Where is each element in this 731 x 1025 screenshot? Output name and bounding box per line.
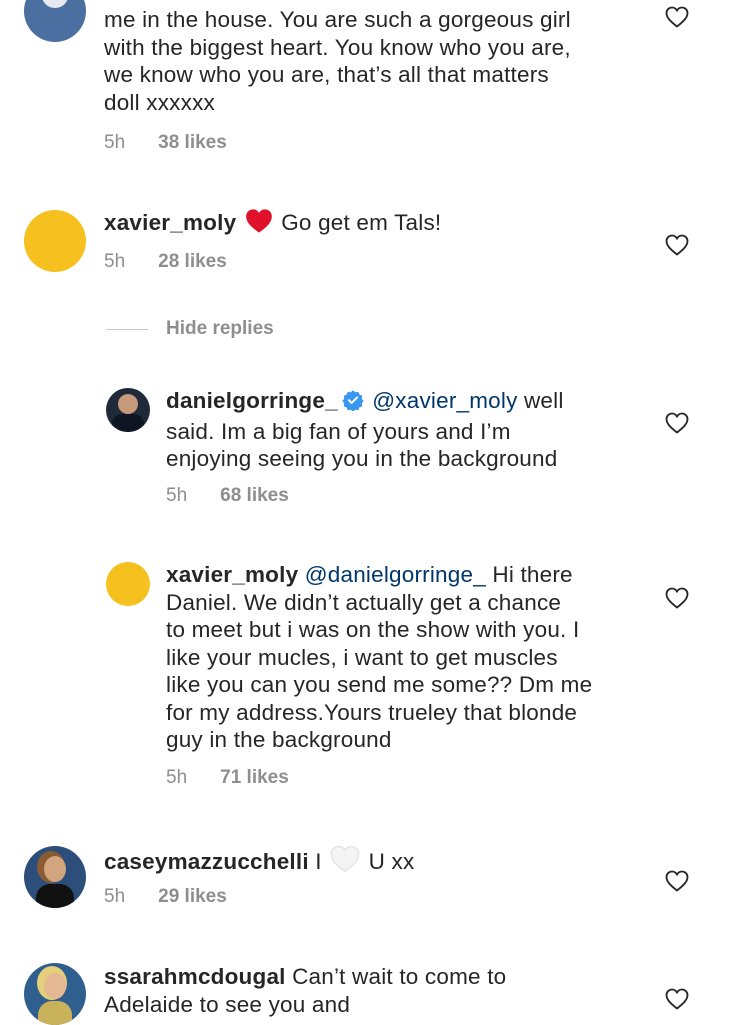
comment-body: well — [523, 388, 564, 413]
comment-body: Can’t wait to come to — [292, 964, 507, 989]
timestamp: 5h — [166, 485, 188, 506]
like-heart-icon[interactable] — [665, 234, 689, 256]
comment-meta: 5h 28 likes — [104, 251, 227, 273]
username[interactable]: xavier_moly — [166, 562, 298, 587]
avatar[interactable] — [24, 0, 86, 42]
likes-count[interactable]: 68 likes — [220, 485, 289, 506]
comment-line: guy in the background — [166, 727, 392, 752]
comment-body: Go get em Tals! — [281, 210, 442, 235]
comment-text: ssarahmcdougal Can’t wait to come to Ade… — [104, 963, 664, 1018]
username[interactable]: xavier_moly — [104, 210, 236, 235]
comment-meta: 5h 38 likes — [104, 132, 227, 154]
like-heart-icon[interactable] — [665, 870, 689, 892]
like-heart-icon[interactable] — [665, 6, 689, 28]
like-heart-icon[interactable] — [665, 587, 689, 609]
hide-replies-button[interactable]: Hide replies — [106, 316, 274, 342]
username[interactable]: caseymazzucchelli — [104, 849, 309, 874]
comment-meta: 5h 68 likes — [166, 485, 289, 507]
timestamp: 5h — [104, 886, 126, 907]
divider — [106, 328, 148, 330]
avatar[interactable] — [106, 388, 150, 432]
comment-line: me in the house. You are such a gorgeous… — [104, 7, 571, 32]
comment-line: like your mucles, i want to get muscles — [166, 644, 558, 670]
avatar[interactable] — [106, 562, 150, 606]
timestamp: 5h — [104, 251, 126, 272]
verified-badge-icon — [342, 389, 364, 418]
comment-meta: 5h 29 likes — [104, 886, 227, 908]
red-heart-icon — [245, 208, 273, 241]
comment-line: said. Im a big fan of yours and I’m — [166, 418, 511, 444]
comment-text: xavier_moly @danielgorringe_ Hi there Da… — [166, 561, 666, 754]
timestamp: 5h — [104, 132, 126, 153]
likes-count[interactable]: 28 likes — [158, 251, 227, 272]
comment-line: Daniel. We didn’t actually get a chance — [166, 589, 562, 615]
comment-text: danielgorringe_ @xavier_moly well said. … — [166, 387, 666, 473]
like-heart-icon[interactable] — [665, 412, 689, 434]
mention-link[interactable]: @xavier_moly — [372, 388, 517, 413]
comment-text: me in the house. You are such a gorgeous… — [104, 6, 664, 116]
comment-line: enjoying seeing you in the background — [166, 446, 558, 471]
comment-body: Hi there — [492, 562, 573, 587]
comment-line: we know who you are, that’s all that mat… — [104, 62, 549, 87]
likes-count[interactable]: 71 likes — [220, 767, 289, 788]
username[interactable]: danielgorringe_ — [166, 388, 338, 413]
timestamp: 5h — [166, 767, 188, 788]
comment-meta: 5h 71 likes — [166, 767, 289, 789]
comment-body: I — [315, 849, 322, 874]
avatar[interactable] — [24, 210, 86, 272]
comment-text: xavier_moly Go get em Tals! — [104, 208, 664, 241]
username[interactable]: ssarahmcdougal — [104, 964, 286, 989]
comment-line: doll xxxxxx — [104, 89, 215, 115]
hide-replies-label: Hide replies — [166, 318, 274, 339]
comment-line: like you can you send me some?? Dm me — [166, 672, 593, 697]
avatar[interactable] — [24, 846, 86, 908]
comment-text: caseymazzucchelli I U xx — [104, 845, 664, 880]
likes-count[interactable]: 38 likes — [158, 132, 227, 153]
comment-line: Adelaide to see you and — [104, 991, 351, 1017]
comment-line: to meet but i was on the show with you. … — [166, 617, 580, 642]
comment-line: for my address.Yours trueley that blonde — [166, 699, 578, 725]
mention-link[interactable]: @danielgorringe_ — [305, 562, 486, 587]
white-heart-icon — [330, 845, 360, 880]
comment-body: U xx — [368, 849, 415, 874]
avatar[interactable] — [24, 963, 86, 1025]
like-heart-icon[interactable] — [665, 988, 689, 1010]
comment-line: with the biggest heart. You know who you… — [104, 34, 571, 60]
likes-count[interactable]: 29 likes — [158, 886, 227, 907]
